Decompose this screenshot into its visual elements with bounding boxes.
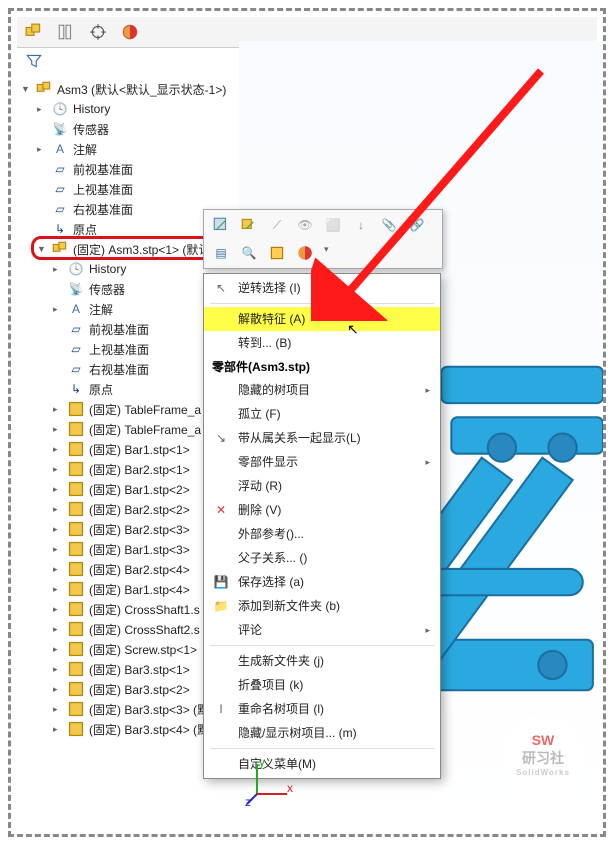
part-icon [67, 580, 85, 598]
edit-part-icon[interactable] [212, 216, 230, 234]
open-part-icon[interactable] [240, 216, 258, 234]
assembly-icon [35, 80, 53, 98]
chevron-right-icon: ▸ [425, 381, 430, 399]
part-icon [67, 620, 85, 638]
part-icon [67, 500, 85, 518]
svg-text:z: z [245, 795, 251, 806]
part-icon [67, 540, 85, 558]
delete-icon: ✕ [212, 501, 230, 519]
part-icon [67, 720, 85, 738]
menu-separator [210, 645, 434, 646]
isolate-icon[interactable] [268, 244, 286, 262]
folder-icon: 📁 [212, 597, 230, 615]
appearance-icon[interactable] [121, 23, 139, 41]
menu-dissolve-feature[interactable]: 解散特征 (A) [204, 307, 440, 331]
sensor-icon: 📡 [67, 280, 85, 298]
menu-save-selection[interactable]: 💾保存选择 (a) [204, 570, 440, 594]
transparency-icon[interactable]: ⬜ [324, 216, 342, 234]
zoom-icon[interactable]: 🔍 [240, 244, 258, 262]
config-icon[interactable] [57, 23, 75, 41]
menu-show-with-dependents[interactable]: ↘带从属关系一起显示(L) [204, 426, 440, 450]
history-icon: 🕓 [67, 260, 85, 278]
menu-section-header: 零部件(Asm3.stp) [204, 355, 440, 378]
menu-customize[interactable]: 自定义菜单(M) [204, 752, 440, 776]
assembly-icon [51, 240, 69, 258]
menu-collapse[interactable]: 折叠项目 (k) [204, 673, 440, 697]
appearance-icon[interactable] [296, 244, 314, 262]
context-toolbar: ⟋ 👁 ⬜ ↓ 📎 🔗 ▤ 🔍 ▾ [203, 209, 443, 269]
menu-component-display[interactable]: 零部件显示▸ [204, 450, 440, 474]
menu-add-to-folder[interactable]: 📁添加到新文件夹 (b) [204, 594, 440, 618]
plane-icon: ▱ [51, 200, 69, 218]
menu-separator [210, 748, 434, 749]
show-icon[interactable]: 👁 [296, 216, 314, 234]
target-icon[interactable] [89, 23, 107, 41]
part-icon [67, 640, 85, 658]
properties-icon[interactable]: ▤ [212, 244, 230, 262]
menu-invert-selection[interactable]: ↖逆转选择 (I) [204, 276, 440, 300]
funnel-icon[interactable] [25, 52, 43, 70]
menu-delete[interactable]: ✕删除 (V) [204, 498, 440, 522]
mate-icon[interactable]: 📎 [380, 216, 398, 234]
root-label: Asm3 (默认<默认_显示状态-1>) [57, 81, 226, 98]
save-icon: 💾 [212, 573, 230, 591]
menu-external-refs[interactable]: 外部参考()... [204, 522, 440, 546]
hide-icon[interactable]: ⟋ [268, 216, 286, 234]
fix-icon[interactable]: ↓ [352, 216, 370, 234]
view-triad: y x z [245, 756, 295, 806]
plane-icon: ▱ [67, 340, 85, 358]
menu-parent-child[interactable]: 父子关系... () [204, 546, 440, 570]
svg-text:y: y [259, 756, 265, 769]
suppress-icon[interactable]: 🔗 [408, 216, 426, 234]
part-icon [67, 600, 85, 618]
dependents-icon: ↘ [212, 429, 230, 447]
menu-separator [210, 303, 434, 304]
menu-hidden-tree-items[interactable]: 隐藏的树项目▸ [204, 378, 440, 402]
plane-icon: ▱ [51, 180, 69, 198]
menu-comment[interactable]: 评论▸ [204, 618, 440, 642]
context-menu: ↖逆转选择 (I) 解散特征 (A) 转到... (B) 零部件(Asm3.st… [203, 273, 441, 779]
plane-icon: ▱ [51, 160, 69, 178]
svg-text:x: x [287, 781, 293, 795]
part-icon [67, 440, 85, 458]
part-icon [67, 660, 85, 678]
chevron-right-icon: ▸ [425, 453, 430, 471]
part-icon [67, 460, 85, 478]
part-icon [67, 400, 85, 418]
watermark: SW 研习社 SolidWorks [503, 714, 583, 794]
part-icon [67, 420, 85, 438]
plane-icon: ▱ [67, 360, 85, 378]
rename-icon: I [212, 700, 230, 718]
part-icon [67, 560, 85, 578]
menu-goto[interactable]: 转到... (B) [204, 331, 440, 355]
menu-isolate[interactable]: 孤立 (F) [204, 402, 440, 426]
anno-icon: A [67, 300, 85, 318]
anno-icon: A [51, 140, 69, 158]
menu-float[interactable]: 浮动 (R) [204, 474, 440, 498]
menu-hide-show-tree[interactable]: 隐藏/显示树项目... (m) [204, 721, 440, 745]
sensor-icon: 📡 [51, 120, 69, 138]
menu-rename[interactable]: I重命名树项目 (l) [204, 697, 440, 721]
assembly-icon[interactable] [25, 23, 43, 41]
chevron-right-icon: ▸ [425, 621, 430, 639]
origin-icon: ↳ [67, 380, 85, 398]
part-icon [67, 680, 85, 698]
part-icon [67, 480, 85, 498]
menu-new-folder[interactable]: 生成新文件夹 (j) [204, 649, 440, 673]
part-icon [67, 520, 85, 538]
plane-icon: ▱ [67, 320, 85, 338]
part-icon [67, 700, 85, 718]
history-icon: 🕓 [51, 100, 69, 118]
origin-icon: ↳ [51, 220, 69, 238]
cursor-icon: ↖ [212, 279, 230, 297]
